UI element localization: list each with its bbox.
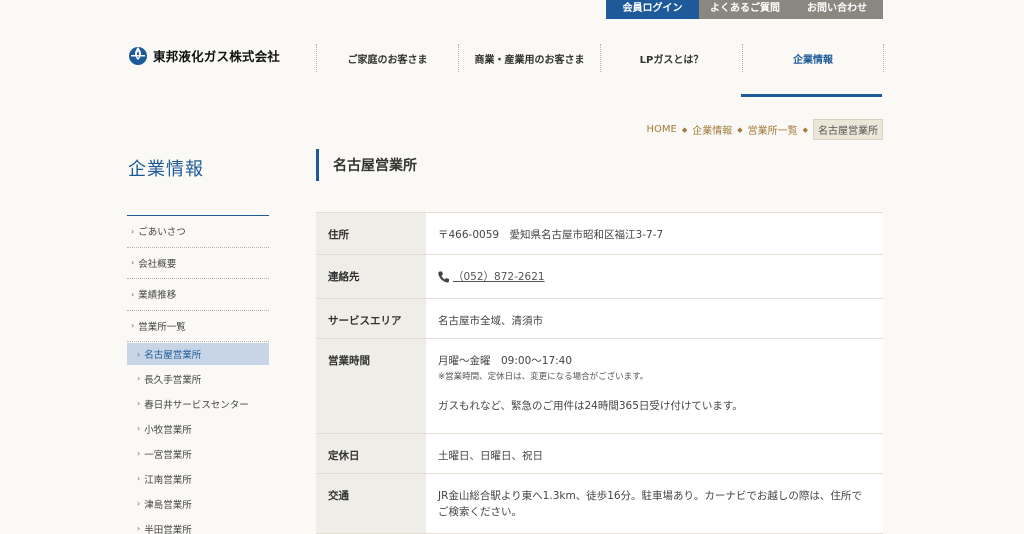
hours-note: ※営業時間、定休日は、変更になる場合がございます。 bbox=[438, 372, 649, 383]
holiday-label: 定休日 bbox=[316, 434, 426, 473]
contact-button[interactable]: お問い合わせ bbox=[791, 0, 883, 19]
breadcrumb: HOME ◆ 企業情報 ◆ 営業所一覧 ◆ 名古屋営業所 bbox=[646, 119, 883, 140]
page-title: 名古屋営業所 bbox=[316, 149, 417, 181]
chevron-right-icon: › bbox=[131, 226, 135, 236]
sidebar-subitem-nagoya[interactable]: › 名古屋営業所 bbox=[127, 343, 269, 365]
chevron-right-icon: › bbox=[137, 524, 141, 533]
breadcrumb-separator-icon: ◆ bbox=[681, 125, 688, 134]
breadcrumb-current: 名古屋営業所 bbox=[813, 119, 883, 140]
nav-home-customers[interactable]: ご家庭のお客さま bbox=[316, 44, 458, 72]
table-row: 交通 JR金山総合駅より東へ1.3km、徒歩16分。駐車場あり。カーナビでお越し… bbox=[316, 474, 883, 534]
table-row: サービスエリア 名古屋市全域、清須市 bbox=[316, 299, 883, 339]
chevron-right-icon: › bbox=[137, 499, 141, 508]
table-row: 営業時間 月曜～金曜 09:00～17:40 ※営業時間、定休日は、変更になる場… bbox=[316, 339, 883, 434]
faq-button[interactable]: よくあるご質問 bbox=[699, 0, 791, 19]
sidebar-item-greeting[interactable]: › ごあいさつ bbox=[127, 216, 269, 248]
sidebar-subitem-handa[interactable]: › 半田営業所 bbox=[127, 516, 269, 534]
emergency-note: ガスもれなど、緊急のご用件は24時間365日受け付けています。 bbox=[438, 400, 743, 413]
chevron-right-icon: › bbox=[137, 374, 141, 383]
breadcrumb-home[interactable]: HOME bbox=[646, 124, 676, 135]
contact-label: 連絡先 bbox=[316, 255, 426, 298]
breadcrumb-separator-icon: ◆ bbox=[802, 125, 808, 134]
utility-bar: 会員ログイン よくあるご質問 お問い合わせ bbox=[606, 0, 883, 19]
sidebar-subitem-komaki[interactable]: › 小牧営業所 bbox=[127, 416, 269, 441]
phone-icon bbox=[438, 271, 449, 283]
table-row: 連絡先 （052）872-2621 bbox=[316, 255, 883, 299]
hours-value: 月曜～金曜 09:00～17:40 ※営業時間、定休日は、変更になる場合がござい… bbox=[426, 339, 883, 433]
office-info-table: 住所 〒466-0059 愛知県名古屋市昭和区福江3-7-7 連絡先 （052）… bbox=[316, 212, 883, 534]
logo-text: 東邦液化ガス株式会社 bbox=[153, 48, 281, 64]
nav-active-indicator bbox=[741, 94, 882, 97]
sidebar-title: 企業情報 bbox=[128, 159, 204, 180]
sidebar-subitem-nagakute[interactable]: › 長久手営業所 bbox=[127, 366, 269, 391]
site-logo[interactable]: 東邦液化ガス株式会社 bbox=[128, 44, 280, 66]
holiday-value: 土曜日、日曜日、祝日 bbox=[426, 434, 883, 473]
address-label: 住所 bbox=[316, 213, 426, 254]
global-nav: ご家庭のお客さま 商業・産業用のお客さま LPガスとは？ 企業情報 bbox=[316, 44, 884, 72]
chevron-right-icon: › bbox=[137, 424, 141, 433]
chevron-right-icon: › bbox=[131, 289, 135, 299]
phone-number: （052）872-2621 bbox=[453, 271, 545, 283]
sidebar-subitem-ichinomiya[interactable]: › 一宮営業所 bbox=[127, 441, 269, 466]
sidebar-subitem-konan[interactable]: › 江南営業所 bbox=[127, 466, 269, 491]
service-area-label: サービスエリア bbox=[316, 299, 426, 338]
sidebar-item-performance[interactable]: › 業績推移 bbox=[127, 279, 269, 311]
service-area-value: 名古屋市全域、清須市 bbox=[426, 299, 883, 338]
address-value: 〒466-0059 愛知県名古屋市昭和区福江3-7-7 bbox=[426, 213, 883, 254]
sidebar-subitem-tsushima[interactable]: › 津島営業所 bbox=[127, 491, 269, 516]
access-label: 交通 bbox=[316, 474, 426, 533]
chevron-right-icon: › bbox=[137, 474, 141, 483]
phone-link[interactable]: （052）872-2621 bbox=[438, 269, 545, 285]
access-value: JR金山総合駅より東へ1.3km、徒歩16分。駐車場あり。カーナビでお越しの際は… bbox=[426, 474, 883, 533]
member-login-button[interactable]: 会員ログイン bbox=[606, 0, 699, 19]
sidebar-subitem-kasugai[interactable]: › 春日井サービスセンター bbox=[127, 391, 269, 416]
sidebar-menu: › ごあいさつ › 会社概要 › 業績推移 › 営業所一覧 bbox=[127, 215, 269, 342]
sidebar-submenu: › 名古屋営業所 › 長久手営業所 › 春日井サービスセンター › 小牧営業所 › 一宮営… bbox=[127, 341, 269, 534]
hours-text: 月曜～金曜 09:00～17:40 bbox=[438, 355, 573, 367]
chevron-right-icon: › bbox=[137, 399, 141, 408]
breadcrumb-offices[interactable]: 営業所一覧 bbox=[748, 122, 798, 137]
table-row: 定休日 土曜日、日曜日、祝日 bbox=[316, 434, 883, 474]
breadcrumb-separator-icon: ◆ bbox=[737, 125, 743, 134]
chevron-right-icon: › bbox=[131, 321, 135, 331]
contact-value: （052）872-2621 bbox=[426, 255, 883, 298]
hours-label: 営業時間 bbox=[316, 339, 426, 433]
chevron-right-icon: › bbox=[131, 258, 135, 268]
table-row: 住所 〒466-0059 愛知県名古屋市昭和区福江3-7-7 bbox=[316, 213, 883, 255]
chevron-right-icon: › bbox=[137, 349, 141, 359]
logo-mark-icon bbox=[128, 44, 148, 66]
sidebar-item-offices[interactable]: › 営業所一覧 bbox=[127, 311, 269, 342]
sidebar-item-overview[interactable]: › 会社概要 bbox=[127, 248, 269, 279]
nav-business-customers[interactable]: 商業・産業用のお客さま bbox=[458, 44, 600, 72]
breadcrumb-company[interactable]: 企業情報 bbox=[692, 122, 732, 137]
nav-about-lpgas[interactable]: LPガスとは？ bbox=[600, 44, 742, 72]
nav-company-info[interactable]: 企業情報 bbox=[742, 44, 884, 72]
chevron-right-icon: › bbox=[137, 449, 141, 458]
